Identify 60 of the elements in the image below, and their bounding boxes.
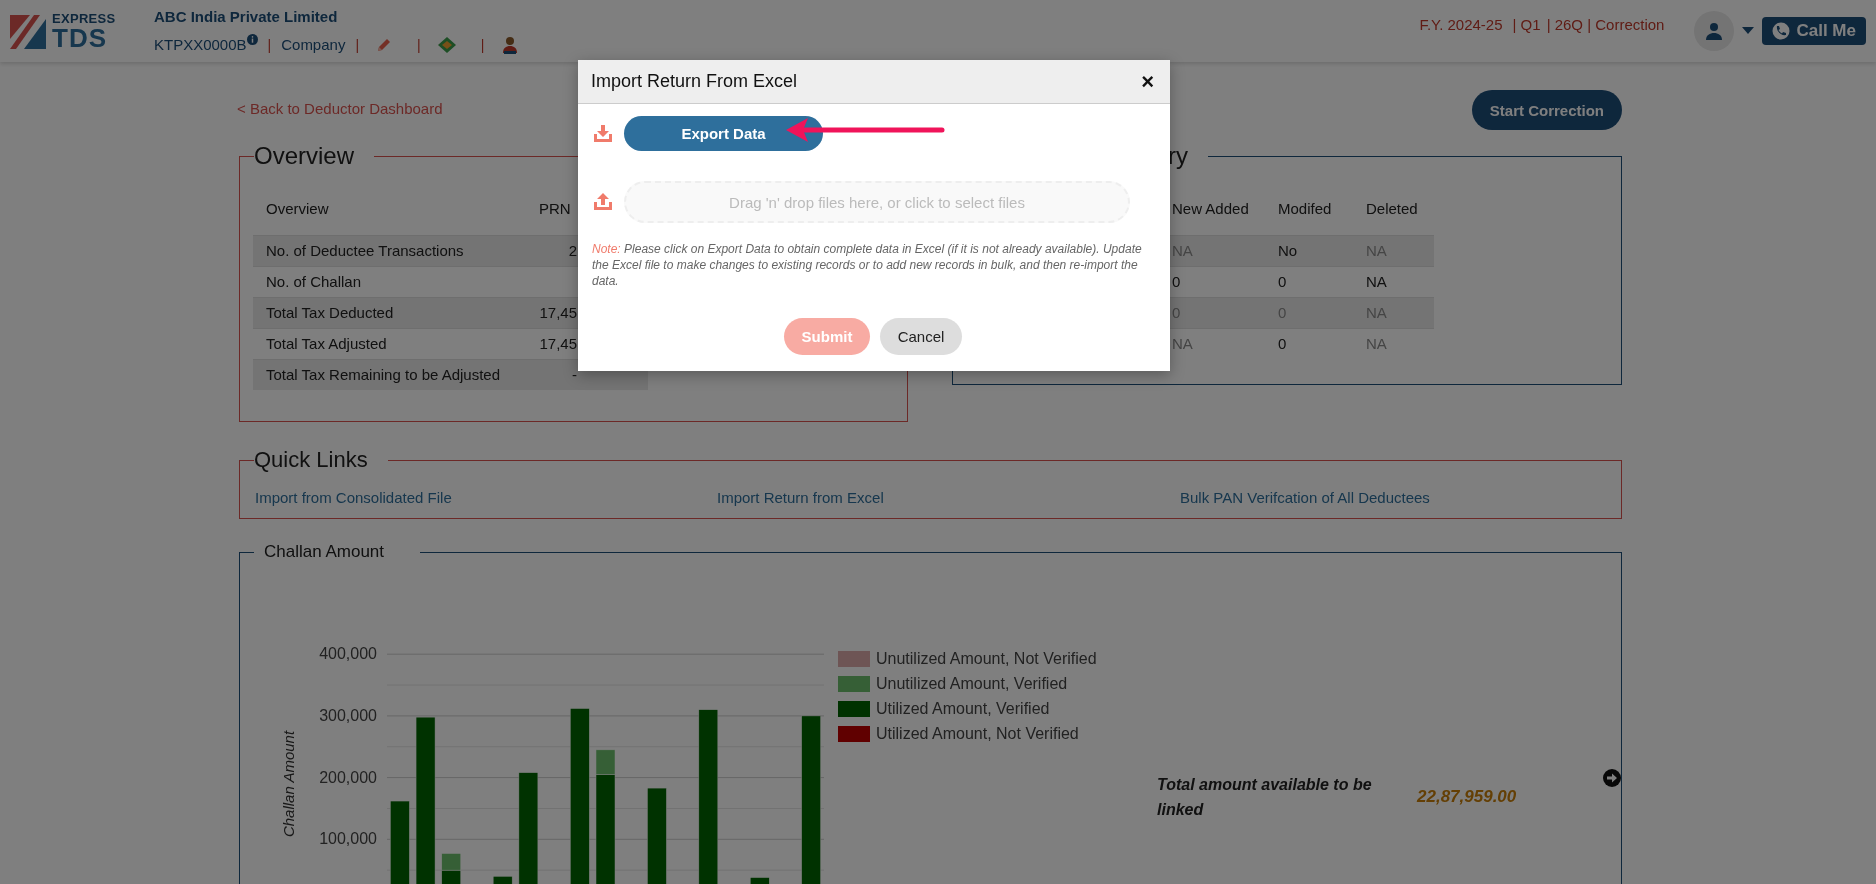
- table-cell-text: No: [1277, 242, 1299, 260]
- close-button[interactable]: ×: [1137, 70, 1158, 93]
- table-cell-text: NA: [1365, 273, 1388, 291]
- logo-text: TDS: [52, 24, 107, 51]
- section-title: ry: [1168, 142, 1189, 171]
- table-cell-text: NA: [1171, 335, 1194, 353]
- table-cell-text: No. of Deductee Transactions: [265, 242, 465, 260]
- column-header: Modifed: [1277, 200, 1333, 218]
- column-header: New Added: [1171, 200, 1250, 218]
- table-cell-text: 0: [1277, 273, 1288, 291]
- quick-link[interactable]: Import Return from Excel: [717, 489, 1180, 507]
- legend-label: Utilized Amount, Verified: [876, 700, 1050, 719]
- axis-title: Challan Amount: [280, 731, 297, 838]
- table-cell-text: 0: [1171, 273, 1182, 291]
- cancel-button[interactable]: Cancel: [880, 317, 962, 355]
- section-title: Challan Amount: [263, 542, 386, 563]
- table-cell-text: NA: [1365, 335, 1388, 353]
- quick-link[interactable]: Import from Consolidated File: [255, 489, 717, 507]
- table-cell-text: No. of Challan: [265, 273, 363, 291]
- dialog-title: Import Return From Excel: [591, 71, 798, 92]
- legend-label: Unutilized Amount, Not Verified: [876, 650, 1097, 669]
- legend-label: Utilized Amount, Not Verified: [876, 725, 1079, 744]
- total-label: Total amount available to be linked: [1157, 775, 1373, 821]
- quarter-info: | Q1: [1512, 15, 1541, 33]
- column-header: Overview: [265, 200, 330, 218]
- separator: |: [355, 36, 360, 53]
- note-text: Note: Please click on Export Data to obtain complete data in Excel (if it is not already available). Update the Excel file to make changes to existing records or to add new records in bulk, and then re-import the data.: [592, 241, 1143, 290]
- entity-type: Company: [281, 36, 346, 53]
- call-me-button[interactable]: Call Me: [1762, 17, 1866, 45]
- section-title: Overview: [254, 142, 356, 171]
- start-correction-button[interactable]: Start Correction: [1471, 90, 1622, 130]
- total-value: 22,87,959.00: [1417, 787, 1518, 808]
- legend-label: Unutilized Amount, Verified: [876, 675, 1068, 694]
- table-cell-text: Total Tax Remaining to be Adjusted: [265, 366, 502, 384]
- table-cell-text: 17,45: [538, 304, 577, 322]
- table-cell-text: Total Tax Adjusted: [265, 335, 388, 353]
- separator: |: [480, 36, 485, 53]
- axis-tick-label: 200,000: [319, 769, 377, 786]
- period-info: F.Y. 2024-25: [1419, 15, 1503, 33]
- company-name: ABC India Private Limited: [154, 7, 339, 25]
- table-cell-text: Total Tax Deducted: [265, 304, 395, 322]
- column-header: PRN: [538, 200, 572, 218]
- separator: |: [417, 36, 421, 53]
- table-cell-text: 0: [1277, 335, 1288, 353]
- table-cell-text: 2: [567, 242, 577, 260]
- form-info: | 26Q | Correction: [1546, 15, 1665, 33]
- axis-tick-label: 100,000: [319, 830, 377, 848]
- quick-link[interactable]: Bulk PAN Verifcation of All Deductees: [1180, 489, 1480, 507]
- tan-number: KTPXX0000B: [154, 36, 247, 53]
- logo-text: EXPRESS: [52, 11, 116, 25]
- column-header: Deleted: [1365, 200, 1419, 218]
- axis-tick-label: 300,000: [319, 707, 377, 725]
- section-title: Quick Links: [254, 447, 369, 474]
- separator: |: [267, 36, 272, 53]
- table-cell-text: -: [571, 366, 577, 384]
- back-link[interactable]: < Back to Deductor Dashboard: [237, 99, 443, 117]
- table-cell-text: 17,45: [538, 335, 577, 353]
- file-drop-zone[interactable]: Drag 'n' drop files here, or click to select files: [624, 181, 1130, 223]
- export-data-button[interactable]: Export Data: [624, 116, 823, 151]
- axis-tick-label: 400,000: [319, 645, 377, 663]
